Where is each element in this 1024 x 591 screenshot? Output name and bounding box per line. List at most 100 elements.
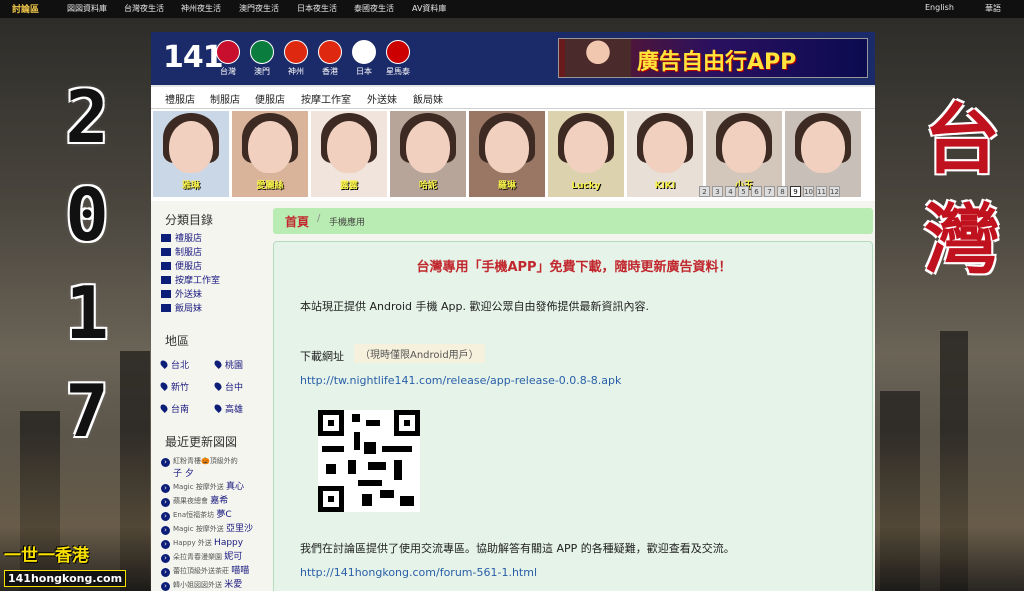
update-shop: 朵拉青春漫樂園 bbox=[173, 553, 222, 561]
top-nav-item[interactable]: 泰國夜生活 bbox=[354, 3, 394, 14]
top-nav-item[interactable]: 台灣夜生活 bbox=[124, 3, 164, 14]
top-nav-item[interactable]: AV資料庫 bbox=[412, 3, 446, 14]
flag-sea[interactable]: 星馬泰 bbox=[383, 40, 413, 77]
category-link[interactable]: 飯局妹 bbox=[413, 91, 443, 106]
region-label: 台中 bbox=[225, 383, 244, 393]
top-nav-item[interactable]: 神州夜生活 bbox=[181, 3, 221, 14]
pager-button[interactable]: 2 bbox=[699, 186, 710, 197]
pager-button[interactable]: 5 bbox=[738, 186, 749, 197]
featured-thumbnails: 雅琳 愛麗絲 露露 哈妮 羅琳 Lucky KIKI 小玉 2345678910… bbox=[151, 109, 875, 201]
update-name: 喵喵 bbox=[231, 566, 250, 576]
update-item[interactable]: › 紅粉青樓🎃頂級外約 bbox=[151, 454, 269, 468]
update-item[interactable]: › 蘋果夜總會 嘉希 bbox=[151, 494, 269, 508]
update-item[interactable]: › 蕾拉頂級外送茶莊 喵喵 bbox=[151, 564, 269, 578]
category-link[interactable]: 按摩工作室 bbox=[301, 91, 351, 106]
update-shop: 蕾拉頂級外送茶莊 bbox=[173, 567, 229, 575]
category-link[interactable]: 外送妹 bbox=[367, 91, 397, 106]
pager-button[interactable]: 4 bbox=[725, 186, 736, 197]
flag-hongkong[interactable]: 香港 bbox=[315, 40, 345, 77]
flag-icon bbox=[161, 234, 171, 242]
thumbnail-name: 羅琳 bbox=[497, 181, 516, 191]
thumbnail[interactable]: 愛麗絲 bbox=[232, 111, 308, 197]
pager-button[interactable]: 7 bbox=[764, 186, 775, 197]
page-title: 台灣專用「手機APP」免費下載，隨時更新廣告資料！ bbox=[416, 260, 732, 275]
year-digit: 2 bbox=[65, 75, 109, 159]
thumbnail[interactable]: 羅琳 bbox=[469, 111, 545, 197]
thumbnail[interactable]: 露露 bbox=[311, 111, 387, 197]
arrow-right-icon: › bbox=[161, 540, 170, 549]
region-link[interactable]: 高雄 bbox=[213, 402, 259, 419]
arrow-right-icon: › bbox=[161, 582, 170, 591]
pager-button[interactable]: 3 bbox=[712, 186, 723, 197]
year-digit: 1 bbox=[65, 271, 109, 355]
pager-button[interactable]: 11 bbox=[816, 186, 827, 197]
thumbnail[interactable]: 雅琳 bbox=[153, 111, 229, 197]
flag-taiwan[interactable]: 台灣 bbox=[213, 40, 243, 77]
category-nav: 禮服店 制服店 便服店 按摩工作室 外送妹 飯局妹 bbox=[151, 87, 875, 109]
sidebar: 分類目錄 禮服店 制服店 便服店 按摩工作室 外送妹 飯局妹 地區 台北 桃園 新… bbox=[151, 203, 269, 591]
content-panel: 台灣專用「手機APP」免費下載，隨時更新廣告資料！ 本站現正提供 Android… bbox=[273, 241, 873, 591]
top-nav-item[interactable]: 日本夜生活 bbox=[297, 3, 337, 14]
map-pin-icon bbox=[159, 359, 169, 369]
forum-link[interactable]: 討論區 bbox=[12, 2, 39, 15]
flag-label: 澳門 bbox=[254, 67, 270, 76]
breadcrumb-home[interactable]: 首頁 bbox=[285, 213, 309, 230]
flag-macau[interactable]: 澳門 bbox=[247, 40, 277, 77]
site-container: 141 台灣 澳門 神州 香港 日本 星馬泰 廣告自由行APP 禮服店 制服店 … bbox=[151, 32, 875, 591]
apk-download-link[interactable]: http://tw.nightlife141.com/release/app-r… bbox=[300, 374, 621, 387]
flag-china[interactable]: 神州 bbox=[281, 40, 311, 77]
region-label: 高雄 bbox=[225, 405, 244, 415]
sidebar-category[interactable]: 飯局妹 bbox=[151, 302, 269, 316]
sidebar-heading: 最近更新図図 bbox=[165, 435, 238, 449]
pager-button[interactable]: 6 bbox=[751, 186, 762, 197]
flag-icon bbox=[161, 304, 171, 312]
update-name: 真心 bbox=[226, 482, 245, 492]
sidebar-category[interactable]: 按摩工作室 bbox=[151, 274, 269, 288]
ad-banner[interactable]: 廣告自由行APP bbox=[558, 38, 868, 78]
thumbnail[interactable]: Lucky bbox=[548, 111, 624, 197]
category-link[interactable]: 制服店 bbox=[210, 91, 240, 106]
update-item[interactable]: › 朵拉青春漫樂園 妮可 bbox=[151, 550, 269, 564]
sidebar-category[interactable]: 禮服店 bbox=[151, 232, 269, 246]
flag-japan[interactable]: 日本 bbox=[349, 40, 379, 77]
update-shop: Ena恒福茶坊 bbox=[173, 511, 215, 519]
arrow-right-icon: › bbox=[161, 512, 170, 521]
breadcrumb-separator: / bbox=[317, 213, 321, 224]
sidebar-category[interactable]: 制服店 bbox=[151, 246, 269, 260]
arrow-right-icon: › bbox=[161, 568, 170, 577]
flag-icon bbox=[284, 40, 308, 64]
lang-chinese-link[interactable]: 華語 bbox=[985, 3, 1001, 14]
lang-english-link[interactable]: English bbox=[925, 3, 954, 12]
sidebar-category[interactable]: 外送妹 bbox=[151, 288, 269, 302]
update-item[interactable]: › Magic 按摩外送 亞里沙 bbox=[151, 522, 269, 536]
update-item[interactable]: › Magic 按摩外送 真心 bbox=[151, 480, 269, 494]
region-link[interactable]: 台中 bbox=[213, 380, 259, 397]
sidebar-category-label: 禮服店 bbox=[175, 234, 203, 244]
forum-link[interactable]: http://141hongkong.com/forum-561-1.html bbox=[300, 566, 537, 579]
pager-button[interactable]: 10 bbox=[803, 186, 814, 197]
region-link[interactable]: 桃園 bbox=[213, 358, 259, 375]
region-link[interactable]: 台北 bbox=[159, 358, 205, 375]
pager-button-current[interactable]: 9 bbox=[790, 186, 801, 197]
flag-icon bbox=[386, 40, 410, 64]
pager-button[interactable]: 8 bbox=[777, 186, 788, 197]
map-pin-icon bbox=[213, 359, 223, 369]
update-item[interactable]: › 韓小姐図図外送 米愛 bbox=[151, 578, 269, 591]
update-item[interactable]: › Happy 外送 Happy bbox=[151, 536, 269, 550]
top-nav-item[interactable]: 澳門夜生活 bbox=[239, 3, 279, 14]
update-name: 夢C bbox=[216, 510, 232, 520]
pager-button[interactable]: 12 bbox=[829, 186, 840, 197]
region-link[interactable]: 台南 bbox=[159, 402, 205, 419]
flag-icon bbox=[216, 40, 240, 64]
region-link[interactable]: 新竹 bbox=[159, 380, 205, 397]
thumbnail[interactable]: KIKI bbox=[627, 111, 703, 197]
flag-icon bbox=[161, 290, 171, 298]
thumbnail[interactable]: 哈妮 bbox=[390, 111, 466, 197]
sidebar-category[interactable]: 便服店 bbox=[151, 260, 269, 274]
update-item[interactable]: › Ena恒福茶坊 夢C bbox=[151, 508, 269, 522]
top-nav-item[interactable]: 図図資料庫 bbox=[67, 3, 107, 14]
category-link[interactable]: 便服店 bbox=[255, 91, 285, 106]
update-name[interactable]: 子 夕 bbox=[151, 468, 269, 480]
site-logo-corner[interactable]: 一世一香港 141hongkong.com bbox=[4, 545, 130, 587]
category-link[interactable]: 禮服店 bbox=[165, 91, 195, 106]
